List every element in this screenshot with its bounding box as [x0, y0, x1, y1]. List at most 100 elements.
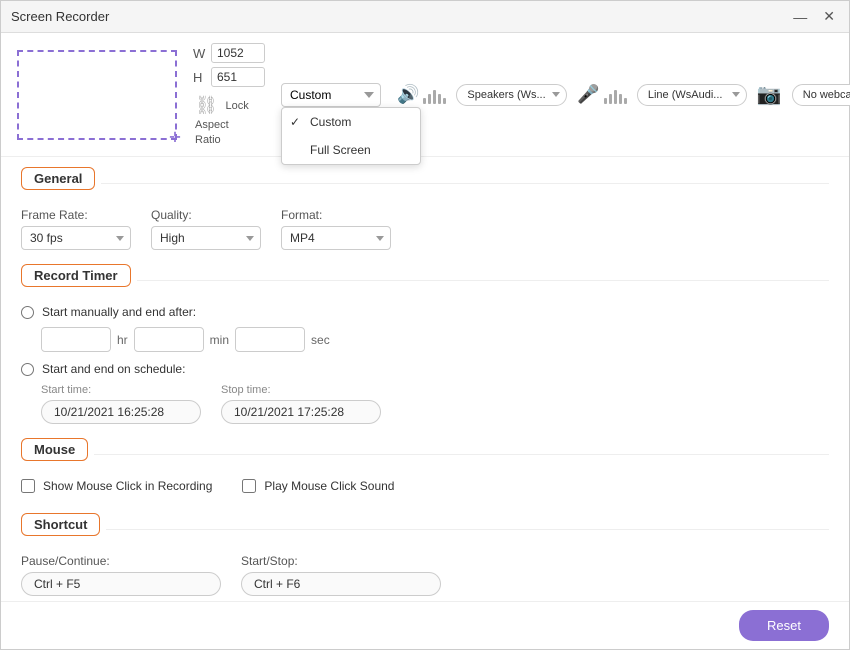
min-unit: min — [210, 333, 229, 347]
preset-select[interactable]: Custom Full Screen — [281, 83, 381, 107]
speaker-icon: 🔊 — [397, 84, 419, 105]
record-timer-section-header: Record Timer — [21, 264, 131, 287]
show-click-row: Show Mouse Click in Recording — [21, 479, 212, 493]
general-form-row: Frame Rate: 30 fps 15 fps 24 fps 60 fps … — [21, 208, 829, 250]
sec-unit: sec — [311, 333, 330, 347]
play-sound-label: Play Mouse Click Sound — [264, 479, 394, 493]
pause-shortcut-group: Pause/Continue: — [21, 554, 221, 596]
footer: Reset — [1, 601, 849, 649]
height-input[interactable] — [211, 67, 265, 87]
shortcut-section: Shortcut Pause/Continue: Start/Stop: — [21, 513, 829, 596]
webcam-select[interactable]: No webcam ... — [792, 84, 850, 106]
speaker-select[interactable]: Speakers (Ws... — [456, 84, 567, 106]
startstop-shortcut-label: Start/Stop: — [241, 554, 441, 568]
format-group: Format: MP4 AVI MOV GIF — [281, 208, 391, 250]
sec-spinner: ▲ ▼ — [235, 327, 305, 352]
preset-select-wrapper: Custom Full Screen Custom Full Screen — [281, 83, 381, 107]
bar3 — [433, 90, 436, 104]
capture-area-preview: ✛ — [17, 50, 177, 140]
preset-option-fullscreen[interactable]: Full Screen — [282, 136, 420, 164]
start-time-group: Start time: — [41, 384, 201, 424]
general-header-row: General — [21, 167, 829, 200]
webcam-icon: 📷 — [757, 82, 782, 107]
play-sound-row: Play Mouse Click Sound — [242, 479, 394, 493]
timer-inputs-row: ▲ ▼ hr ▲ ▼ min ▲ ▼ — [21, 327, 829, 352]
bar1 — [423, 98, 426, 104]
schedule-time-row: Start time: Stop time: — [21, 384, 829, 424]
bar2 — [428, 94, 431, 104]
start-time-label: Start time: — [41, 384, 201, 396]
speaker-group: 🔊 — [397, 84, 446, 105]
bar5 — [443, 98, 446, 104]
timer-divider — [137, 280, 829, 281]
line-select[interactable]: Line (WsAudi... — [637, 84, 747, 106]
top-section: ✛ W H ⛓ Lock AspectRatio Custom Full Scr — [1, 33, 849, 157]
lbar1 — [604, 98, 607, 104]
crosshair-icon: ✛ — [167, 130, 183, 146]
shortcut-controls-row: Pause/Continue: Start/Stop: — [21, 554, 829, 596]
shortcut-divider — [106, 529, 829, 530]
stop-time-label: Stop time: — [221, 384, 381, 396]
record-timer-section: Record Timer Start manually and end afte… — [21, 264, 829, 424]
preset-option-custom[interactable]: Custom — [282, 108, 420, 136]
minimize-button[interactable]: — — [789, 8, 811, 25]
timer-header-row: Record Timer — [21, 264, 829, 297]
stop-time-group: Stop time: — [221, 384, 381, 424]
preset-dropdown-area: Custom Full Screen Custom Full Screen — [281, 83, 381, 107]
quality-label: Quality: — [151, 208, 261, 222]
bar4 — [438, 94, 441, 104]
mouse-header-row: Mouse — [21, 438, 829, 471]
sec-input[interactable] — [236, 330, 305, 350]
line-bars — [604, 86, 627, 104]
pause-shortcut-input[interactable] — [21, 572, 221, 596]
link-icon: ⛓ — [195, 95, 218, 115]
quality-select[interactable]: High Low Medium — [151, 226, 261, 250]
audio-controls: 🔊 Speakers (Ws... 🎤 — [397, 82, 850, 107]
dimension-controls: W H ⛓ Lock AspectRatio — [193, 43, 265, 146]
main-window: Screen Recorder — ✕ ✛ W H ⛓ Lock AspectR… — [0, 0, 850, 650]
start-time-input[interactable] — [41, 400, 201, 424]
format-label: Format: — [281, 208, 391, 222]
manual-label: Start manually and end after: — [42, 305, 196, 319]
format-select[interactable]: MP4 AVI MOV GIF — [281, 226, 391, 250]
general-section: General Frame Rate: 30 fps 15 fps 24 fps… — [21, 167, 829, 250]
height-label: H — [193, 70, 207, 85]
hr-input[interactable] — [42, 330, 111, 350]
frame-rate-group: Frame Rate: 30 fps 15 fps 24 fps 60 fps — [21, 208, 131, 250]
play-sound-checkbox[interactable] — [242, 479, 256, 493]
manual-radio-row: Start manually and end after: — [21, 305, 829, 319]
hr-spinner: ▲ ▼ — [41, 327, 111, 352]
stop-time-input[interactable] — [221, 400, 381, 424]
pause-shortcut-label: Pause/Continue: — [21, 554, 221, 568]
shortcut-header-row: Shortcut — [21, 513, 829, 546]
min-spinner: ▲ ▼ — [134, 327, 204, 352]
min-input[interactable] — [135, 330, 204, 350]
frame-rate-select[interactable]: 30 fps 15 fps 24 fps 60 fps — [21, 226, 131, 250]
mouse-section-header: Mouse — [21, 438, 88, 461]
width-input[interactable] — [211, 43, 265, 63]
startstop-shortcut-input[interactable] — [241, 572, 441, 596]
frame-rate-label: Frame Rate: — [21, 208, 131, 222]
show-click-checkbox[interactable] — [21, 479, 35, 493]
schedule-label: Start and end on schedule: — [42, 362, 185, 376]
manual-radio[interactable] — [21, 306, 34, 319]
close-button[interactable]: ✕ — [819, 8, 839, 25]
mouse-section: Mouse Show Mouse Click in Recording Play… — [21, 438, 829, 499]
window-title: Screen Recorder — [11, 9, 109, 24]
title-bar: Screen Recorder — ✕ — [1, 1, 849, 33]
startstop-shortcut-group: Start/Stop: — [241, 554, 441, 596]
speaker-bars — [423, 86, 446, 104]
lbar3 — [614, 90, 617, 104]
mouse-divider — [94, 454, 829, 455]
window-controls: — ✕ — [789, 8, 839, 25]
schedule-radio[interactable] — [21, 363, 34, 376]
quality-group: Quality: High Low Medium — [151, 208, 261, 250]
lbar4 — [619, 94, 622, 104]
general-section-header: General — [21, 167, 95, 190]
line-group: 🎤 — [577, 84, 626, 105]
reset-button[interactable]: Reset — [739, 610, 829, 641]
schedule-radio-row: Start and end on schedule: — [21, 362, 829, 376]
width-label: W — [193, 46, 207, 61]
hr-unit: hr — [117, 333, 128, 347]
lock-aspect-area: ⛓ Lock AspectRatio — [193, 95, 265, 146]
